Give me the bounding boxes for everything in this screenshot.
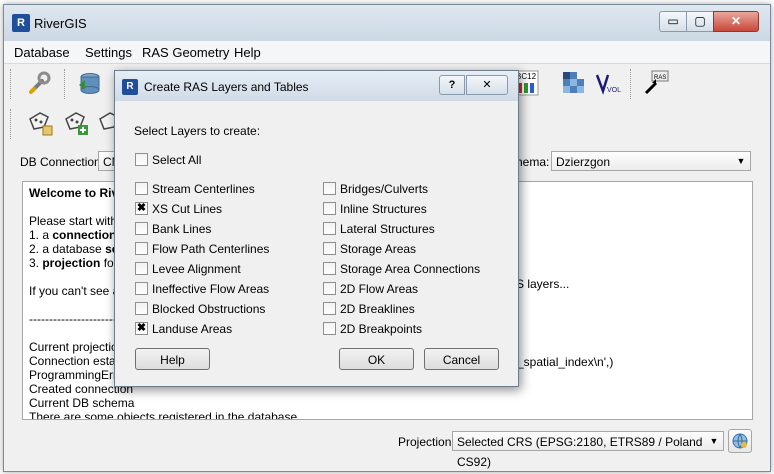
layer-label: 2D Breaklines [340, 302, 415, 316]
toolbar-separator [630, 69, 633, 99]
add-layer-icon[interactable] [26, 109, 54, 137]
check-mark-icon: ✖ [135, 202, 148, 215]
layer-label: Storage Areas [340, 242, 417, 256]
layer-label: 2D Breakpoints [340, 322, 423, 336]
layer-label: Stream Centerlines [152, 182, 255, 196]
checkbox-box [135, 262, 148, 275]
checkbox-box [135, 153, 148, 166]
checkbox-box [323, 202, 336, 215]
log-line: Current DB schema [29, 396, 135, 410]
menu-help[interactable]: Help [234, 45, 261, 60]
menu-ras-geometry[interactable]: RAS Geometry [142, 45, 229, 60]
toolbar-separator [64, 69, 67, 99]
title-bar: R RiverGIS ▭ ▢ ✕ [4, 5, 770, 41]
layer-label: Bank Lines [152, 222, 212, 236]
checkbox-box [323, 282, 336, 295]
database-icon[interactable] [76, 69, 104, 97]
layer-label: Flow Path Centerlines [152, 242, 270, 256]
schema-label: hema: [516, 155, 550, 169]
checkbox-box [323, 222, 336, 235]
db-connection-label: DB Connection: [20, 155, 105, 169]
layer-label: Levee Alignment [152, 262, 241, 276]
dialog-title: Create RAS Layers and Tables [144, 80, 309, 94]
app-title: RiverGIS [34, 16, 87, 31]
grid-icon[interactable] [560, 69, 588, 97]
globe-icon [732, 433, 748, 449]
add-layer-green-icon[interactable] [62, 109, 90, 137]
toolbar-grip [10, 109, 13, 139]
checkbox-box [135, 222, 148, 235]
log-line: There are some objects registered in the… [29, 410, 301, 420]
checkbox-box [323, 182, 336, 195]
checkbox-box [135, 282, 148, 295]
layer-label: Bridges/Culverts [340, 182, 429, 196]
checkbox-box [323, 322, 336, 335]
help-button[interactable]: Help [135, 348, 210, 370]
volume-icon[interactable]: VOL [594, 69, 622, 97]
checkbox-box [323, 242, 336, 255]
layer-label: Storage Area Connections [340, 262, 481, 276]
select-layers-prompt: Select Layers to create: [134, 124, 261, 138]
menu-settings[interactable]: Settings [85, 45, 132, 60]
layer-label: Blocked Obstructions [152, 302, 266, 316]
checkbox-box [323, 302, 336, 315]
dialog-logo-icon: R [122, 79, 138, 95]
select-crs-button[interactable] [728, 429, 752, 453]
menu-bar: Database Settings RAS Geometry Help [4, 41, 770, 64]
dialog-close-button[interactable]: ✕ [466, 75, 508, 95]
schema-value: Dzierzgon [556, 155, 611, 169]
projection-value: Selected CRS (EPSG:2180, ETRS89 / Poland… [457, 435, 703, 469]
layer-label: XS Cut Lines [152, 202, 223, 216]
ras-export-icon[interactable]: RAS [642, 69, 670, 97]
chevron-down-icon: ▼ [709, 436, 719, 446]
layer-label: 2D Flow Areas [340, 282, 419, 296]
bc-label: BC12 [516, 72, 537, 81]
ok-button[interactable]: OK [339, 348, 414, 370]
layer-label: Ineffective Flow Areas [152, 282, 270, 296]
checkbox-box [135, 242, 148, 255]
close-button[interactable]: ✕ [713, 11, 759, 32]
check-mark-icon: ✖ [135, 322, 148, 335]
checkbox-box [135, 302, 148, 315]
layer-label: Landuse Areas [152, 322, 233, 336]
checkbox-box [323, 262, 336, 275]
projection-label: Projection [398, 435, 452, 449]
cancel-button[interactable]: Cancel [424, 348, 499, 370]
create-ras-layers-dialog: R Create RAS Layers and Tables ? ✕ Selec… [114, 70, 519, 387]
checkbox-box [135, 182, 148, 195]
vol-label: VOL [607, 87, 621, 94]
layer-label: Lateral Structures [340, 222, 435, 236]
log-index-tail: _spatial_index\n',) [517, 355, 614, 369]
projection-combo[interactable]: Selected CRS (EPSG:2180, ETRS89 / Poland… [452, 431, 724, 469]
minimize-button[interactable]: ▭ [659, 11, 687, 32]
menu-database[interactable]: Database [14, 45, 70, 60]
dialog-title-bar: R Create RAS Layers and Tables ? ✕ [115, 71, 518, 101]
layer-label: Inline Structures [340, 202, 427, 216]
chevron-down-icon: ▼ [736, 156, 746, 166]
app-logo-icon: R [12, 14, 30, 32]
schema-combo[interactable]: Dzierzgon ▼ [551, 151, 751, 171]
toolbar-grip [10, 69, 13, 99]
log-layers-tail: S layers... [516, 277, 570, 291]
maximize-button[interactable]: ▢ [686, 11, 714, 32]
select-all-label: Select All [152, 153, 202, 167]
dialog-help-button[interactable]: ? [439, 75, 465, 95]
wrench-icon[interactable] [26, 69, 54, 97]
